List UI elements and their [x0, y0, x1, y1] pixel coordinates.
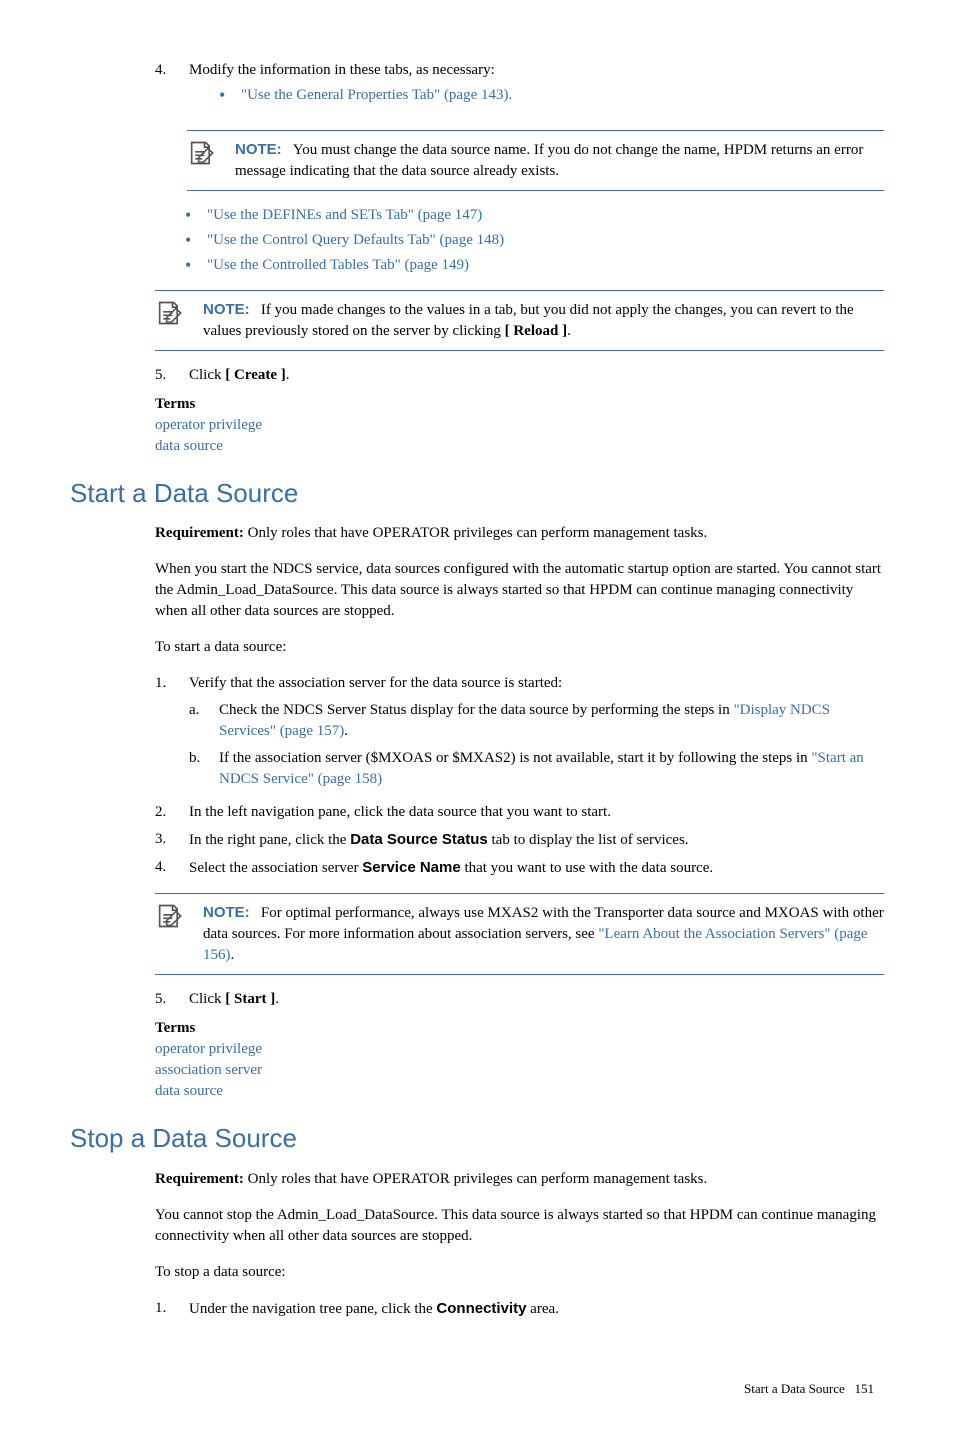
page-footer: Start a Data Source 151 [70, 1380, 884, 1398]
note-label: NOTE: [203, 301, 250, 318]
prev-section-block: 4. Modify the information in these tabs,… [155, 60, 884, 457]
step-num: 5. [155, 365, 189, 386]
stop-para2: To stop a data source: [155, 1262, 884, 1283]
term-operator-privilege[interactable]: operator privilege [155, 1039, 884, 1060]
start-step-1: 1. Verify that the association server fo… [155, 673, 884, 796]
start-para2: To start a data source: [155, 637, 884, 658]
link-general-properties-tab[interactable]: "Use the General Properties Tab" (page 1… [241, 87, 512, 103]
term-association-server[interactable]: association server [155, 1060, 884, 1081]
sub-num: a. [189, 700, 219, 742]
start-step-2: 2. In the left navigation pane, click th… [155, 802, 884, 823]
create-bold: [ Create ] [225, 367, 286, 383]
reload-bold: [ Reload ] [505, 323, 568, 339]
step-5: 5. Click [ Create ]. [155, 365, 884, 386]
stop-section-block: Requirement: Only roles that have OPERAT… [155, 1169, 884, 1320]
stop-step-1: 1. Under the navigation tree pane, click… [155, 1298, 884, 1320]
footer-title: Start a Data Source [744, 1381, 845, 1396]
note-icon [155, 902, 203, 937]
sub-num: b. [189, 748, 219, 790]
note-change-name: NOTE: You must change the data source na… [187, 130, 884, 191]
terms-heading: Terms [155, 394, 884, 415]
note-icon [155, 299, 203, 334]
connectivity-bold: Connectivity [436, 1300, 526, 1317]
data-source-status-bold: Data Source Status [350, 831, 488, 848]
start-step-4: 4. Select the association server Service… [155, 857, 884, 879]
link-control-query-defaults-tab[interactable]: "Use the Control Query Defaults Tab" (pa… [207, 232, 504, 248]
step4-extra-bullets: "Use the DEFINEs and SETs Tab" (page 147… [185, 205, 884, 276]
note-text: You must change the data source name. If… [235, 142, 863, 179]
term-operator-privilege[interactable]: operator privilege [155, 415, 884, 436]
step-1-text: Verify that the association server for t… [189, 675, 562, 691]
start-section-block: Requirement: Only roles that have OPERAT… [155, 523, 884, 1102]
footer-page: 151 [855, 1381, 875, 1396]
requirement-text: Only roles that have OPERATOR privileges… [244, 1171, 707, 1187]
stop-para1: You cannot stop the Admin_Load_DataSourc… [155, 1205, 884, 1247]
link-defines-sets-tab[interactable]: "Use the DEFINEs and SETs Tab" (page 147… [207, 207, 482, 223]
term-data-source[interactable]: data source [155, 1081, 884, 1102]
step-num: 5. [155, 989, 189, 1010]
start-para1: When you start the NDCS service, data so… [155, 559, 884, 622]
note-label: NOTE: [235, 141, 282, 158]
requirement-text: Only roles that have OPERATOR privileges… [244, 525, 707, 541]
heading-start-data-source: Start a Data Source [70, 475, 884, 511]
requirement-label: Requirement: [155, 1171, 244, 1187]
start-step-3: 3. In the right pane, click the Data Sou… [155, 829, 884, 851]
terms-heading: Terms [155, 1018, 884, 1039]
step-4: 4. Modify the information in these tabs,… [155, 60, 884, 116]
step-num: 1. [155, 1298, 189, 1320]
step-4-text: Modify the information in these tabs, as… [189, 62, 495, 78]
link-controlled-tables-tab[interactable]: "Use the Controlled Tables Tab" (page 14… [207, 257, 469, 273]
heading-stop-data-source: Stop a Data Source [70, 1120, 884, 1156]
start-step-5: 5. Click [ Start ]. [155, 989, 884, 1010]
step-num: 2. [155, 802, 189, 823]
step-num: 1. [155, 673, 189, 796]
start-bold: [ Start ] [225, 991, 275, 1007]
note-reload: NOTE: If you made changes to the values … [155, 290, 884, 351]
step-num: 4. [155, 60, 189, 116]
term-data-source[interactable]: data source [155, 436, 884, 457]
note-icon [187, 139, 235, 174]
note-label: NOTE: [203, 904, 250, 921]
note-optimal-performance: NOTE: For optimal performance, always us… [155, 893, 884, 975]
step-num: 4. [155, 857, 189, 879]
step-num: 3. [155, 829, 189, 851]
service-name-bold: Service Name [362, 859, 460, 876]
requirement-label: Requirement: [155, 525, 244, 541]
